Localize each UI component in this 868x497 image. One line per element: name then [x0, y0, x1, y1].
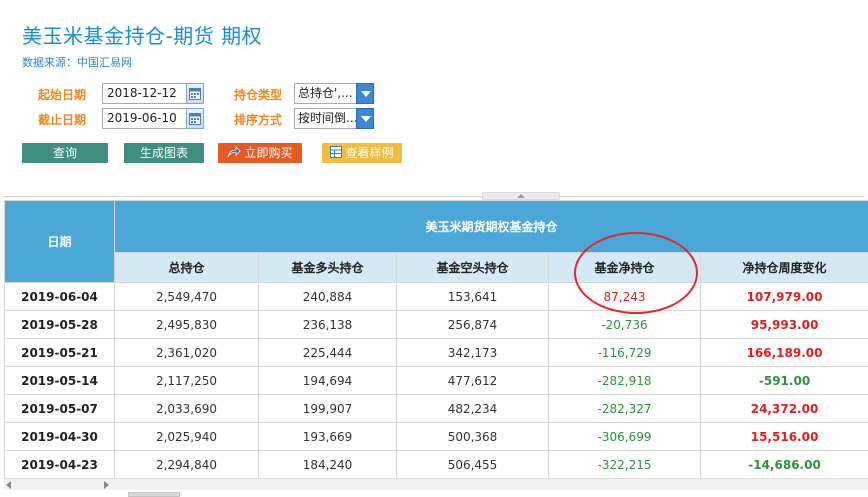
net-cell: -322,215 [548, 450, 701, 479]
scroll-thumb[interactable] [128, 492, 180, 497]
chevron-down-icon[interactable] [356, 83, 374, 104]
data-source: 数据来源：中国汇易网 [22, 56, 132, 69]
long-cell: 240,884 [258, 282, 397, 311]
table-row[interactable]: 2019-04-23 2,294,840 184,240 506,455 -32… [4, 450, 868, 479]
short-cell: 256,874 [396, 310, 549, 339]
net-cell: -282,918 [548, 366, 701, 395]
total-cell: 2,117,250 [114, 366, 259, 395]
fund-long-header[interactable]: 基金多头持仓 [258, 252, 397, 283]
start-calendar-icon[interactable] [186, 83, 204, 104]
query-button-label: 查询 [52, 146, 77, 160]
date-cell: 2019-04-23 [4, 450, 115, 479]
table-row[interactable]: 2019-05-21 2,361,020 225,444 342,173 -11… [4, 338, 868, 367]
table-row[interactable]: 2019-05-28 2,495,830 236,138 256,874 -20… [4, 310, 868, 339]
change-cell: -14,686.00 [699, 450, 868, 479]
query-button[interactable]: 查询 [22, 143, 108, 163]
page-title: 美玉米基金持仓-期货 期权 [22, 24, 263, 48]
buy-now-button[interactable]: 立即购买 [218, 143, 302, 163]
total-cell: 2,294,840 [114, 450, 259, 479]
view-sample-button-label: 查看样例 [345, 146, 394, 160]
end-date-label: 截止日期 [38, 113, 87, 127]
table-row[interactable]: 2019-04-30 2,025,940 193,669 500,368 -30… [4, 422, 868, 451]
net-cell: -20,736 [548, 310, 701, 339]
horizontal-scrollbar[interactable] [4, 478, 868, 490]
highlight-circle [574, 232, 698, 314]
net-cell: -306,699 [548, 422, 701, 451]
short-cell: 477,612 [396, 366, 549, 395]
generate-chart-button[interactable]: 生成图表 [124, 143, 204, 163]
table-icon [330, 144, 343, 164]
generate-chart-button-label: 生成图表 [139, 146, 188, 160]
buy-now-button-label: 立即购买 [244, 146, 293, 160]
sort-order-label: 排序方式 [234, 113, 283, 127]
total-position-header[interactable]: 总持仓 [114, 252, 259, 283]
short-cell: 342,173 [396, 338, 549, 367]
long-cell: 193,669 [258, 422, 397, 451]
long-cell: 236,138 [258, 310, 397, 339]
change-cell: 166,189.00 [699, 338, 868, 367]
date-cell: 2019-05-21 [4, 338, 115, 367]
share-arrow-icon [227, 144, 242, 164]
total-cell: 2,361,020 [114, 338, 259, 367]
start-date-label: 起始日期 [38, 88, 87, 102]
date-cell: 2019-05-07 [4, 394, 115, 423]
total-cell: 2,495,830 [114, 310, 259, 339]
fund-position-table: 日期 美玉米期货期权基金持仓 总持仓 基金多头持仓 基金空头持仓 基金净持仓 净… [4, 200, 868, 479]
date-cell: 2019-06-04 [4, 282, 115, 311]
fund-short-header[interactable]: 基金空头持仓 [396, 252, 549, 283]
total-cell: 2,549,470 [114, 282, 259, 311]
date-cell: 2019-05-28 [4, 310, 115, 339]
chevron-down-icon[interactable] [356, 108, 374, 129]
total-cell: 2,033,690 [114, 394, 259, 423]
view-sample-button[interactable]: 查看样例 [322, 143, 402, 163]
change-cell: 107,979.00 [699, 282, 868, 311]
change-cell: 15,516.00 [699, 422, 868, 451]
net-cell: -282,327 [548, 394, 701, 423]
position-type-label: 持仓类型 [234, 88, 283, 102]
table-row[interactable]: 2019-05-07 2,033,690 199,907 482,234 -28… [4, 394, 868, 423]
table-row[interactable]: 2019-05-14 2,117,250 194,694 477,612 -28… [4, 366, 868, 395]
net-weekly-change-header[interactable]: 净持仓周度变化 [699, 252, 868, 283]
long-cell: 225,444 [258, 338, 397, 367]
long-cell: 194,694 [258, 366, 397, 395]
date-cell: 2019-05-14 [4, 366, 115, 395]
short-cell: 153,641 [396, 282, 549, 311]
total-cell: 2,025,940 [114, 422, 259, 451]
table-row[interactable]: 2019-06-04 2,549,470 240,884 153,641 87,… [4, 282, 868, 311]
scroll-right-icon[interactable] [104, 481, 109, 489]
net-cell: -116,729 [548, 338, 701, 367]
change-cell: 24,372.00 [699, 394, 868, 423]
change-cell: -591.00 [699, 366, 868, 395]
group-header: 美玉米期货期权基金持仓 [113, 200, 868, 253]
date-column-header[interactable]: 日期 [4, 200, 115, 283]
short-cell: 482,234 [396, 394, 549, 423]
date-cell: 2019-04-30 [4, 422, 115, 451]
section-divider [4, 196, 864, 197]
short-cell: 506,455 [396, 450, 549, 479]
collapse-handle[interactable] [482, 192, 560, 200]
long-cell: 199,907 [258, 394, 397, 423]
short-cell: 500,368 [396, 422, 549, 451]
end-calendar-icon[interactable] [186, 108, 204, 129]
long-cell: 184,240 [258, 450, 397, 479]
scroll-left-icon[interactable] [6, 481, 11, 489]
change-cell: 95,993.00 [699, 310, 868, 339]
